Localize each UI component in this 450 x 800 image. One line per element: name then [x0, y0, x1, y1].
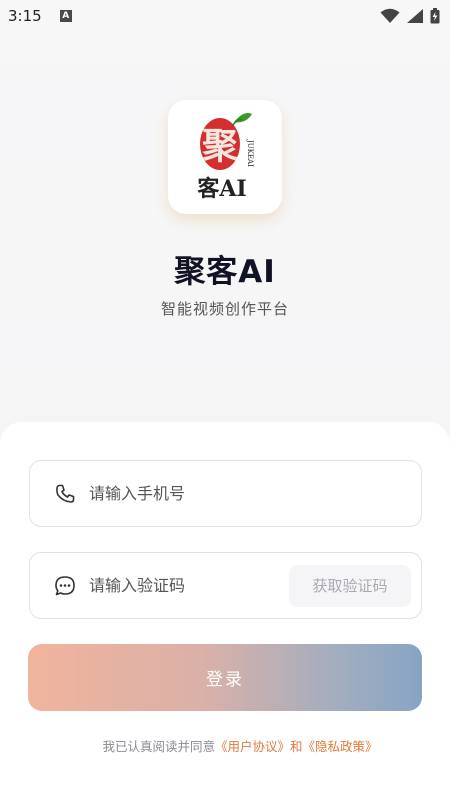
logo-main-char: 聚 [201, 125, 239, 167]
battery-icon [430, 8, 440, 24]
login-button[interactable]: 登录 [28, 644, 422, 711]
status-time: 3:15 [8, 7, 42, 25]
status-icons [380, 8, 440, 24]
get-code-button[interactable]: 获取验证码 [289, 564, 411, 607]
wifi-icon [380, 8, 400, 23]
signal-icon [407, 9, 423, 23]
status-bar: 3:15 A [0, 0, 450, 32]
agreement-prefix: 我已认真阅读并同意 [102, 739, 215, 754]
phone-input[interactable] [89, 473, 421, 514]
notification-a-icon: A [59, 10, 72, 22]
login-sheet: 获取验证码 登录 我已认真阅读并同意《用户协议》和《隐私政策》 [0, 422, 450, 800]
logo-sub-text: 客AI [197, 176, 246, 202]
logo-side-text: JUKEAI [246, 139, 254, 167]
app-title: 聚客AI [174, 254, 276, 290]
phone-icon [56, 484, 75, 503]
agreement-text: 我已认真阅读并同意《用户协议》和《隐私政策》 [0, 736, 450, 755]
agreement-link[interactable]: 《用户协议》和《隐私政策》 [215, 739, 378, 754]
app-logo: 聚 客AI JUKEAI [168, 100, 282, 214]
message-icon [55, 575, 75, 595]
app-subtitle: 智能视频创作平台 [160, 300, 289, 318]
logo-graphic: 聚 客AI JUKEAI [197, 113, 254, 202]
code-field[interactable]: 获取验证码 [29, 552, 422, 619]
phone-field[interactable] [29, 460, 422, 527]
code-input[interactable] [89, 565, 289, 606]
